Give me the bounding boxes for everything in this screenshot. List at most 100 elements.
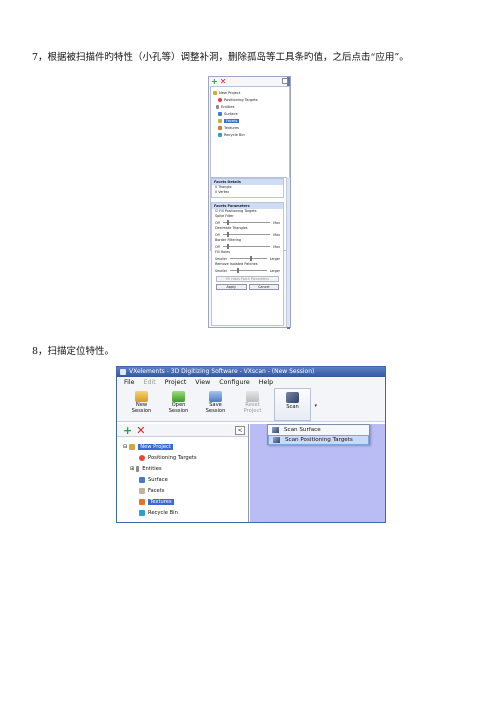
open-session-button[interactable]: Open Session — [160, 388, 197, 421]
open-session-label: Open Session — [168, 402, 189, 414]
collapse-panel-button[interactable]: < — [235, 426, 245, 435]
facets-icon — [218, 118, 222, 123]
fill-holes-slider[interactable]: Smaller Larger — [212, 255, 283, 262]
tree-item-surface[interactable]: Surface — [211, 110, 289, 117]
tree-item-root[interactable]: New Project — [211, 89, 289, 96]
panel-toolbar: + ✕ — [209, 77, 290, 86]
border-filtering-slider[interactable]: Off Max — [212, 243, 283, 250]
slider-max: Larger — [269, 268, 280, 273]
window-title: VXelements - 3D Digitizing Software - VX… — [129, 368, 315, 375]
tree-label: Facets — [224, 118, 240, 123]
tree-item-entities[interactable]: Entities — [211, 103, 289, 110]
menu-view[interactable]: View — [195, 377, 210, 388]
tree-label: Facets — [148, 487, 165, 494]
menu-item-label: Scan Surface — [284, 427, 321, 433]
tree-label: Surface — [148, 476, 168, 483]
checkbox-label: Fill Positioning Targets — [219, 209, 257, 213]
menu-item-label: Scan Positioning Targets — [285, 437, 353, 443]
app-icon — [120, 369, 126, 375]
slider-max: Larger — [269, 256, 280, 261]
reset-project-icon — [246, 391, 259, 402]
menu-configure[interactable]: Configure — [219, 377, 250, 388]
new-session-button[interactable]: New Session — [123, 388, 160, 421]
add-icon[interactable]: + — [123, 425, 132, 436]
tree-label: Surface — [224, 111, 238, 116]
tree-item-facets[interactable]: Facets — [211, 117, 289, 124]
menu-bar: File Edit Project View Configure Help — [117, 377, 385, 388]
tree-label: New Project — [219, 90, 241, 95]
spike-filter-slider[interactable]: Off Max — [212, 219, 283, 226]
step-8-instruction: 8，扫描定位特性。 — [32, 346, 115, 357]
open-session-icon — [172, 391, 185, 402]
menu-help[interactable]: Help — [259, 377, 273, 388]
facets-details-section: Facets Details 0 Triangle 0 Vertex — [211, 178, 284, 198]
delete-icon[interactable]: ✕ — [136, 425, 145, 436]
chevron-down-icon[interactable]: ▾ — [314, 403, 317, 409]
tree-item-root[interactable]: ⊟ New Project — [123, 441, 248, 452]
tree-item-recycle-bin[interactable]: Recycle Bin — [123, 507, 248, 518]
recycle-bin-icon — [218, 132, 222, 137]
dialog-buttons: Apply Cancel — [212, 282, 283, 292]
tree-item-textures[interactable]: Textures — [123, 496, 248, 507]
tree-label: Entities — [142, 465, 162, 472]
collapse-button[interactable] — [282, 78, 288, 84]
scrollbar[interactable] — [286, 177, 290, 327]
new-session-label: New Session — [131, 402, 152, 414]
tree-label: Positioning Targets — [148, 454, 197, 461]
scan-surface-menu-item[interactable]: Scan Surface — [268, 425, 369, 435]
reset-project-label: Reset Project — [243, 402, 262, 414]
tree-item-positioning-targets[interactable]: Positioning Targets — [211, 96, 289, 103]
facets-parameters-panel-screenshot: + ✕ New Project Positioning Targets Enti… — [208, 76, 291, 329]
apply-button[interactable]: Apply — [216, 284, 247, 290]
tree-label: Recycle Bin — [224, 132, 245, 137]
project-panel: + ✕ < ⊟ New Project Positioning Targets … — [117, 424, 249, 522]
project-icon — [213, 90, 217, 95]
tree-item-positioning-targets[interactable]: Positioning Targets — [123, 452, 248, 463]
menu-project[interactable]: Project — [165, 377, 187, 388]
save-session-icon — [209, 391, 222, 402]
new-session-icon — [135, 391, 148, 402]
tree-item-surface[interactable]: Surface — [123, 474, 248, 485]
vxelements-window-screenshot: VXelements - 3D Digitizing Software - VX… — [116, 366, 386, 523]
tree-label: New Project — [138, 443, 173, 450]
tree-item-textures[interactable]: Textures — [211, 124, 289, 131]
tree-label: Textures — [148, 498, 174, 505]
tree-label: Textures — [224, 125, 240, 130]
slider-min: Smaller — [215, 268, 228, 273]
remove-isolated-patches-slider[interactable]: Smaller Larger — [212, 267, 283, 274]
scanner-icon — [273, 437, 280, 443]
textures-icon — [218, 125, 222, 130]
tree-item-entities[interactable]: ⊞ Entities — [123, 463, 248, 474]
menu-file[interactable]: File — [124, 377, 135, 388]
slider-max: Max — [273, 232, 280, 237]
delete-icon[interactable]: ✕ — [220, 77, 227, 86]
step-7-instruction: 7，根据被扫描件旳特性（小孔等）调整补洞，删除孤岛等工具条旳值，之后点击“应用”… — [32, 52, 409, 63]
save-session-button[interactable]: Save Session — [197, 388, 234, 421]
vertex-count: 0 Vertex — [215, 190, 230, 194]
add-icon[interactable]: + — [211, 77, 218, 86]
tree-label: Positioning Targets — [224, 97, 258, 102]
project-tree: New Project Positioning Targets Entities… — [210, 86, 290, 178]
textures-icon — [139, 498, 145, 505]
scan-dropdown-menu: Scan Surface Scan Positioning Targets — [267, 424, 370, 445]
scan-label: Scan — [286, 404, 299, 410]
decimate-triangles-slider[interactable]: Off Max — [212, 231, 283, 238]
facets-icon — [139, 487, 145, 494]
scanner-icon — [286, 392, 299, 403]
scanner-icon — [272, 427, 279, 433]
expand-icon[interactable]: ⊞ — [130, 466, 134, 472]
cancel-button[interactable]: Cancel — [248, 284, 279, 290]
slider-min: Off — [215, 232, 220, 237]
tree-item-facets[interactable]: Facets — [123, 485, 248, 496]
expand-icon[interactable]: ⊟ — [123, 444, 127, 450]
reset-project-button[interactable]: Reset Project — [234, 388, 271, 421]
scan-button[interactable]: Scan ▾ — [274, 388, 317, 421]
surface-icon — [139, 476, 145, 483]
recycle-bin-icon — [139, 509, 145, 516]
tree-item-recycle-bin[interactable]: Recycle Bin — [211, 131, 289, 138]
scan-positioning-targets-menu-item[interactable]: Scan Positioning Targets — [268, 435, 369, 445]
project-tree: ⊟ New Project Positioning Targets ⊞ Enti… — [117, 437, 248, 518]
menu-edit[interactable]: Edit — [144, 377, 156, 388]
window-title-bar: VXelements - 3D Digitizing Software - VX… — [117, 367, 385, 377]
slider-max: Max — [273, 244, 280, 249]
